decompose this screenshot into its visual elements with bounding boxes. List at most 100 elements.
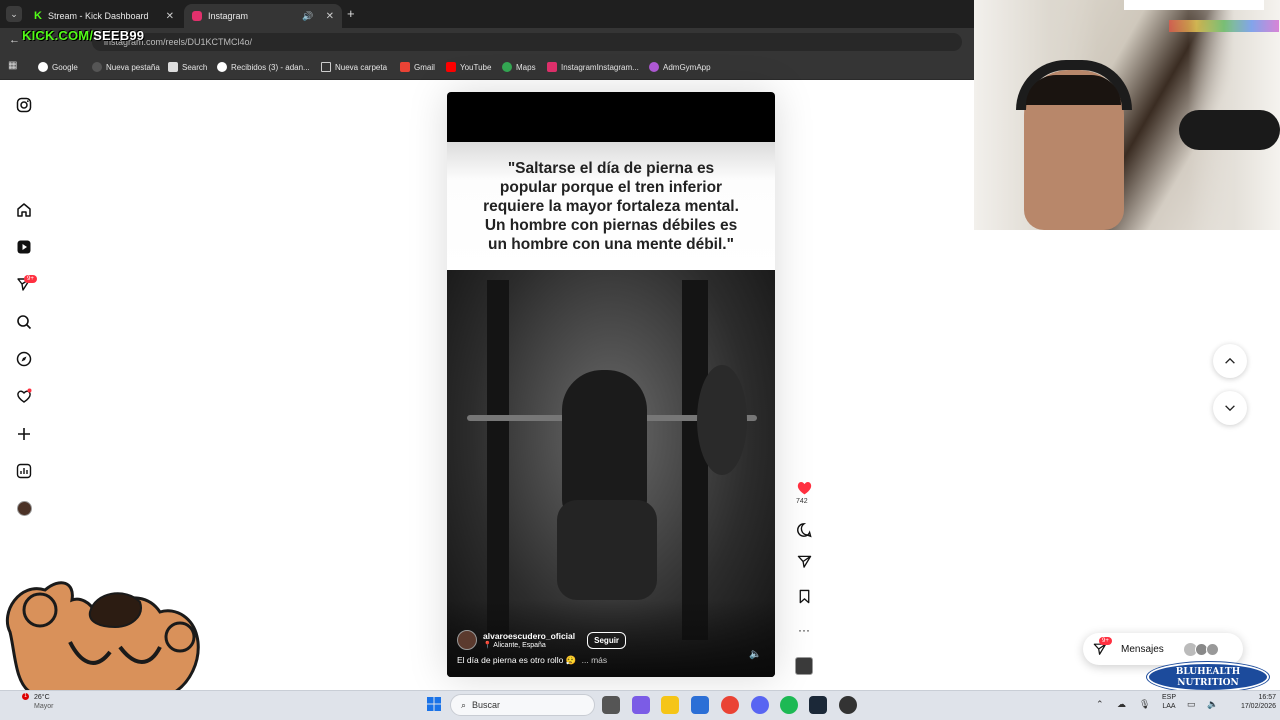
clock-time: 16:57: [1258, 694, 1276, 701]
messages-button[interactable]: 9+ Mensajes: [1083, 633, 1243, 665]
bookmark-label: Maps: [516, 62, 536, 72]
tab-search-button[interactable]: ⌄: [6, 6, 22, 22]
notifications-badge: 9+: [24, 275, 37, 283]
windows-start-icon[interactable]: [426, 696, 442, 712]
bookmark-admgymapp[interactable]: AdmGymApp: [649, 60, 711, 74]
like-button[interactable]: [794, 477, 814, 497]
back-icon[interactable]: ←: [9, 34, 20, 46]
caption-text: El día de pierna es otro rollo 😮‍💨: [457, 655, 577, 665]
tab-instagram-title: Instagram: [208, 11, 249, 21]
network-icon[interactable]: ☁: [1117, 699, 1126, 710]
bookmark-label: Recibidos (3) - adan...: [231, 62, 310, 72]
display-icon[interactable]: ▭: [1187, 699, 1196, 710]
microphone-icon[interactable]: 🎙: [1139, 699, 1150, 710]
weather-widget[interactable]: 1 26°C Mayor: [8, 693, 53, 711]
chevron-up-icon[interactable]: ⌃: [1096, 699, 1104, 710]
more-link[interactable]: ... más: [582, 655, 608, 665]
app-icon: [649, 62, 659, 72]
audio-thumbnail[interactable]: [795, 657, 813, 675]
heart-icon[interactable]: [14, 386, 34, 406]
kick-icon: K: [34, 10, 42, 22]
home-icon[interactable]: [14, 200, 34, 220]
bookmark-label: AdmGymApp: [663, 62, 711, 72]
tab-kick-title: Stream - Kick Dashboard: [47, 11, 149, 21]
bluhealth-logo: BLUHEALTH NUTRITION: [1147, 662, 1269, 692]
create-icon[interactable]: [14, 424, 34, 444]
search-icon[interactable]: [14, 312, 34, 332]
more-options-icon[interactable]: ···: [794, 620, 814, 640]
books: [1169, 20, 1279, 32]
messages-label: Mensajes: [1121, 643, 1164, 655]
save-button[interactable]: [794, 586, 814, 606]
location-pin-icon: 📍: [483, 642, 492, 649]
chrome-icon[interactable]: [721, 696, 739, 714]
explore-svg: [16, 351, 32, 367]
youtube-icon: [446, 62, 456, 72]
bookmark-instagram[interactable]: InstagramInstagram...: [547, 60, 639, 74]
steam-icon[interactable]: [809, 696, 827, 714]
discord-icon[interactable]: [751, 696, 769, 714]
reel-card[interactable]: "Saltarse el día de pierna es popular po…: [447, 92, 775, 677]
tab-instagram[interactable]: Instagram 🔊 ✕: [184, 4, 342, 28]
url-field[interactable]: instagram.com/reels/DU1KCTMCl4o/: [92, 33, 962, 51]
new-tab-button[interactable]: +: [347, 6, 355, 21]
globe-icon: [92, 62, 102, 72]
comment-icon: [797, 523, 812, 538]
author-location[interactable]: 📍 Alicante, España: [483, 641, 575, 649]
share-icon: [797, 555, 811, 568]
task-view-icon[interactable]: [602, 696, 620, 714]
bookmark-new-tab[interactable]: Nueva pestaña: [92, 60, 160, 74]
reel-quote-area: "Saltarse el día de pierna es popular po…: [447, 142, 775, 270]
instagram-logo-icon[interactable]: [14, 95, 34, 115]
maps-icon: [502, 62, 512, 72]
close-icon[interactable]: ✕: [166, 11, 174, 22]
share-button[interactable]: [794, 551, 814, 571]
taskbar-search-placeholder: Buscar: [472, 700, 501, 710]
bookmark-folder[interactable]: Nueva carpeta: [321, 60, 387, 74]
author-avatar[interactable]: [457, 630, 477, 650]
apps-icon[interactable]: ▦: [8, 60, 17, 71]
file-explorer-icon[interactable]: [661, 696, 679, 714]
volume-icon[interactable]: 🔈: [1207, 699, 1218, 710]
spotify-icon[interactable]: [780, 696, 798, 714]
tab-kick[interactable]: K Stream - Kick Dashboard ✕: [26, 4, 182, 28]
lifter-legs: [557, 500, 657, 600]
dashboard-icon[interactable]: [14, 461, 34, 481]
tab-bar: ⌄ K Stream - Kick Dashboard ✕ Instagram …: [0, 0, 974, 28]
reel-author-row: alvaroescudero_oficial 📍 Alicante, Españ…: [457, 629, 627, 651]
taskbar-search[interactable]: ⌕ Buscar: [450, 694, 595, 716]
comment-button[interactable]: [794, 520, 814, 540]
explore-icon[interactable]: [14, 349, 34, 369]
bookmark-youtube[interactable]: YouTube: [446, 60, 491, 74]
reels-icon[interactable]: [14, 237, 34, 257]
author-name[interactable]: alvaroescudero_oficial: [483, 631, 575, 641]
clock[interactable]: 16:57 17/02/2026: [1224, 693, 1276, 711]
close-icon[interactable]: ✕: [326, 11, 334, 22]
kick-overlay: KICK.COM/SEEB99: [22, 28, 144, 43]
bookmark-maps[interactable]: Maps: [502, 60, 536, 74]
next-reel-button[interactable]: [1213, 391, 1247, 425]
google-icon: [38, 62, 48, 72]
mute-icon[interactable]: 🔈: [749, 649, 761, 660]
bookmark-search[interactable]: Search: [168, 60, 207, 74]
heart-filled-icon: [797, 481, 811, 494]
weight-plate: [697, 365, 747, 475]
store-icon[interactable]: [691, 696, 709, 714]
dashboard-svg: [16, 463, 32, 479]
reel-video[interactable]: [447, 270, 775, 677]
mascot-illustration: [5, 581, 200, 692]
app-icon[interactable]: [839, 696, 857, 714]
chevron-down-icon: [1225, 405, 1235, 412]
bookmark-gmail[interactable]: Gmail: [400, 60, 435, 74]
bookmark-google[interactable]: Google: [38, 60, 78, 74]
language-indicator[interactable]: ESP LAA: [1158, 693, 1180, 711]
bookmark-inbox[interactable]: Recibidos (3) - adan...: [217, 60, 310, 74]
copilot-icon[interactable]: [632, 696, 650, 714]
profile-avatar[interactable]: [14, 498, 34, 518]
language-bottom: LAA: [1162, 703, 1176, 710]
instagram-logo-svg: [16, 97, 32, 113]
previous-reel-button[interactable]: [1213, 344, 1247, 378]
messages-badge: 9+: [1099, 637, 1112, 645]
speaker-icon[interactable]: 🔊: [302, 11, 313, 22]
follow-button[interactable]: Seguir: [587, 631, 627, 649]
